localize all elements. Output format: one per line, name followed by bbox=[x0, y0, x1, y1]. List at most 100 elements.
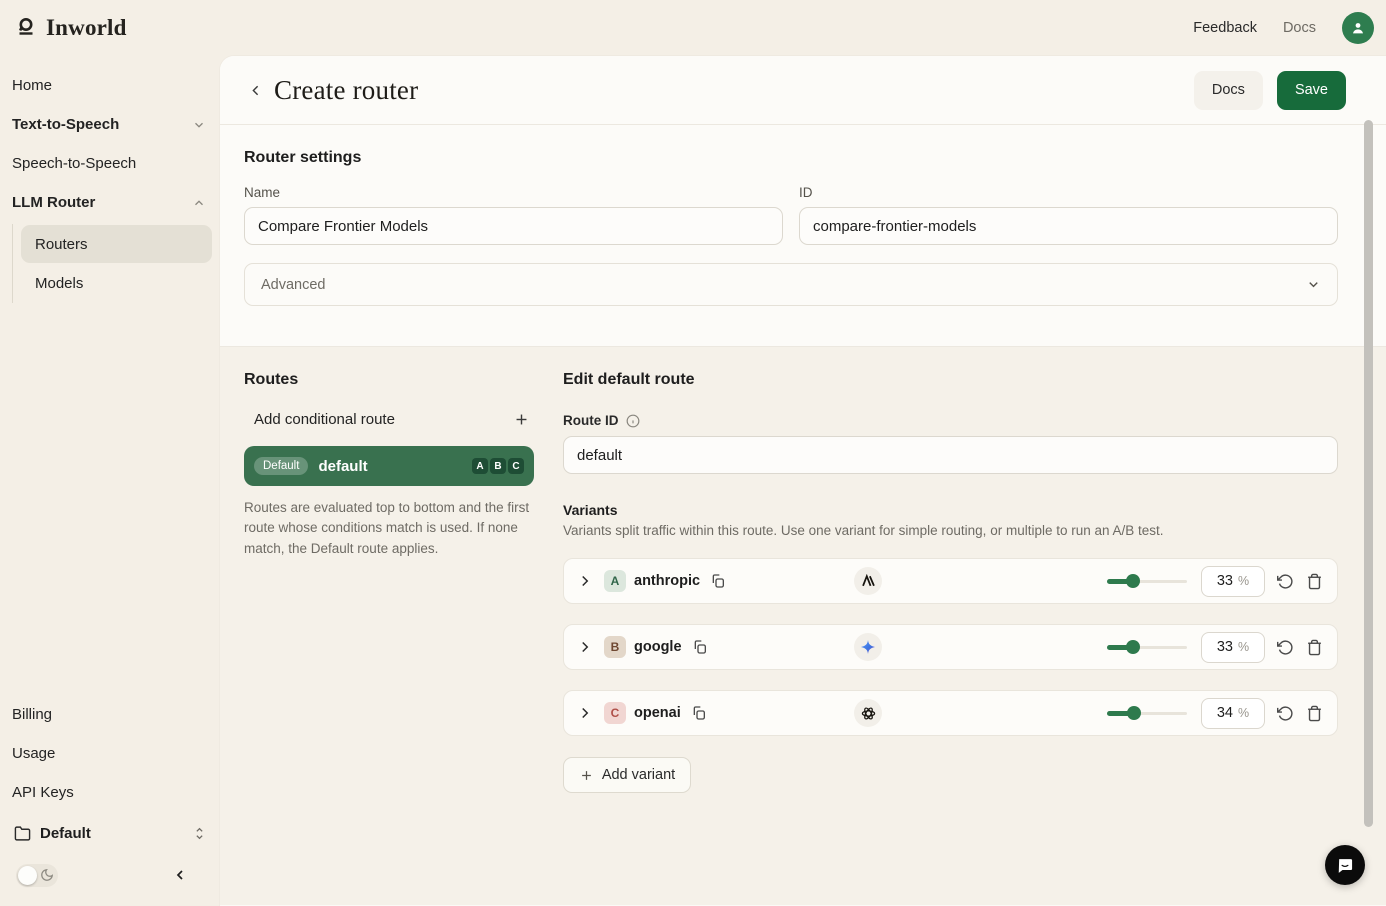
variant-letter-chip: C bbox=[508, 458, 524, 474]
traffic-slider[interactable] bbox=[1107, 640, 1187, 654]
percent-input[interactable]: 33 % bbox=[1201, 631, 1265, 663]
workspace-label: Default bbox=[40, 824, 91, 842]
info-icon[interactable] bbox=[626, 414, 640, 428]
user-avatar[interactable] bbox=[1342, 12, 1374, 44]
variant-row-openai: C openai 34 % bbox=[563, 690, 1338, 736]
topbar: Inworld Feedback Docs bbox=[0, 0, 1386, 56]
sidebar-item-label: Billing bbox=[12, 706, 53, 723]
sidebar-item-label: Usage bbox=[12, 745, 56, 762]
default-route-badge: Default bbox=[254, 457, 309, 475]
sidebar-item-api-keys[interactable]: API Keys bbox=[0, 773, 220, 812]
theme-toggle-knob bbox=[18, 865, 37, 885]
name-label: Name bbox=[244, 185, 281, 200]
sidebar-item-llm-router[interactable]: LLM Router bbox=[0, 183, 220, 222]
id-input[interactable] bbox=[799, 207, 1338, 245]
route-id-input[interactable] bbox=[563, 436, 1338, 474]
add-conditional-route-button[interactable]: Add conditional route bbox=[244, 407, 534, 432]
copy-icon[interactable] bbox=[691, 705, 707, 721]
default-route-name: default bbox=[318, 457, 368, 475]
trash-icon[interactable] bbox=[1306, 639, 1323, 656]
page-title: Create router bbox=[274, 74, 419, 105]
main-panel: Create router Docs Save Router settings … bbox=[220, 56, 1386, 906]
chevrons-up-down-icon bbox=[196, 827, 203, 839]
docs-button[interactable]: Docs bbox=[1193, 70, 1263, 110]
sidebar-item-label: Text-to-Speech bbox=[12, 116, 120, 133]
plus-icon bbox=[516, 414, 527, 425]
sidebar-item-text-to-speech[interactable]: Text-to-Speech bbox=[0, 105, 220, 144]
chevron-right-icon[interactable] bbox=[576, 704, 594, 722]
chat-widget-button[interactable] bbox=[1325, 845, 1365, 885]
sidebar-item-label: Routers bbox=[35, 235, 88, 253]
copy-icon[interactable] bbox=[692, 639, 708, 655]
chevron-left-icon bbox=[251, 85, 258, 95]
slider-thumb[interactable] bbox=[1126, 640, 1141, 654]
routes-description: Routes are evaluated top to bottom and t… bbox=[244, 500, 530, 556]
chat-bubble-icon bbox=[1338, 859, 1353, 873]
percent-value: 33 bbox=[1216, 573, 1233, 589]
sidebar-item-routers[interactable]: Routers bbox=[21, 225, 212, 263]
percent-unit: % bbox=[1238, 706, 1250, 720]
chevron-right-icon[interactable] bbox=[576, 638, 594, 656]
chevron-right-icon[interactable] bbox=[576, 572, 594, 590]
llm-router-subnav: Routers Models bbox=[12, 224, 220, 303]
moon-icon bbox=[41, 868, 54, 881]
variant-letter-badge: B bbox=[604, 636, 626, 658]
trash-icon[interactable] bbox=[1306, 573, 1323, 590]
percent-input[interactable]: 33 % bbox=[1201, 565, 1265, 597]
route-id-label: Route ID bbox=[563, 413, 619, 428]
sidebar-item-label: LLM Router bbox=[12, 194, 96, 211]
routes-heading: Routes bbox=[244, 371, 299, 388]
advanced-accordion[interactable]: Advanced bbox=[244, 263, 1338, 306]
reset-icon[interactable] bbox=[1277, 639, 1294, 656]
sidebar: Home Text-to-Speech Speech-to-Speech LLM… bbox=[0, 56, 220, 906]
trash-icon[interactable] bbox=[1306, 705, 1323, 722]
default-route-card[interactable]: Default default A B C bbox=[244, 446, 534, 486]
theme-toggle[interactable] bbox=[16, 863, 58, 887]
router-settings-heading: Router settings bbox=[244, 149, 362, 166]
variant-letter-chip: A bbox=[472, 458, 488, 474]
sidebar-item-speech-to-speech[interactable]: Speech-to-Speech bbox=[0, 144, 220, 183]
reset-icon[interactable] bbox=[1277, 573, 1294, 590]
save-button[interactable]: Save bbox=[1276, 70, 1346, 110]
collapse-sidebar-icon[interactable] bbox=[172, 867, 188, 883]
sidebar-item-models[interactable]: Models bbox=[21, 264, 212, 302]
chevron-down-icon bbox=[1309, 282, 1318, 288]
edit-route-heading: Edit default route bbox=[563, 371, 695, 388]
plus-icon bbox=[581, 770, 591, 780]
routes-column: Routes Add conditional route Default def… bbox=[244, 371, 534, 881]
sidebar-item-label: Speech-to-Speech bbox=[12, 155, 137, 172]
sidebar-item-usage[interactable]: Usage bbox=[0, 734, 220, 773]
variant-row-google: B google 33 % bbox=[563, 624, 1338, 670]
variant-letter-badge: C bbox=[604, 702, 626, 724]
reset-icon[interactable] bbox=[1277, 705, 1294, 722]
variant-name: openai bbox=[634, 705, 681, 721]
id-label: ID bbox=[799, 185, 813, 200]
inworld-logo-icon bbox=[19, 18, 33, 35]
workspace-selector[interactable]: Default bbox=[0, 812, 220, 854]
percent-unit: % bbox=[1238, 574, 1250, 588]
docs-link[interactable]: Docs bbox=[1283, 20, 1316, 36]
slider-thumb[interactable] bbox=[1126, 574, 1141, 588]
inworld-logo[interactable]: Inworld bbox=[16, 15, 127, 41]
add-variant-button[interactable]: Add variant bbox=[563, 757, 691, 793]
variant-name: anthropic bbox=[634, 573, 701, 589]
page-header: Create router Docs Save bbox=[220, 56, 1386, 125]
percent-input[interactable]: 34 % bbox=[1201, 697, 1265, 729]
chevron-down-icon bbox=[195, 122, 203, 128]
traffic-slider[interactable] bbox=[1107, 706, 1187, 720]
slider-thumb[interactable] bbox=[1127, 706, 1142, 720]
copy-icon[interactable] bbox=[710, 573, 726, 589]
name-input[interactable] bbox=[244, 207, 783, 245]
vertical-scrollbar[interactable] bbox=[1364, 120, 1373, 827]
add-variant-label: Add variant bbox=[601, 767, 676, 783]
sidebar-item-label: Home bbox=[12, 77, 53, 94]
person-icon bbox=[1353, 23, 1363, 34]
back-button[interactable] bbox=[244, 79, 266, 101]
sidebar-item-billing[interactable]: Billing bbox=[0, 695, 220, 734]
variants-heading: Variants bbox=[563, 502, 618, 518]
sidebar-item-home[interactable]: Home bbox=[0, 66, 220, 105]
percent-value: 34 bbox=[1216, 705, 1233, 721]
feedback-link[interactable]: Feedback bbox=[1193, 20, 1257, 36]
traffic-slider[interactable] bbox=[1107, 574, 1187, 588]
gemini-logo bbox=[854, 633, 882, 661]
